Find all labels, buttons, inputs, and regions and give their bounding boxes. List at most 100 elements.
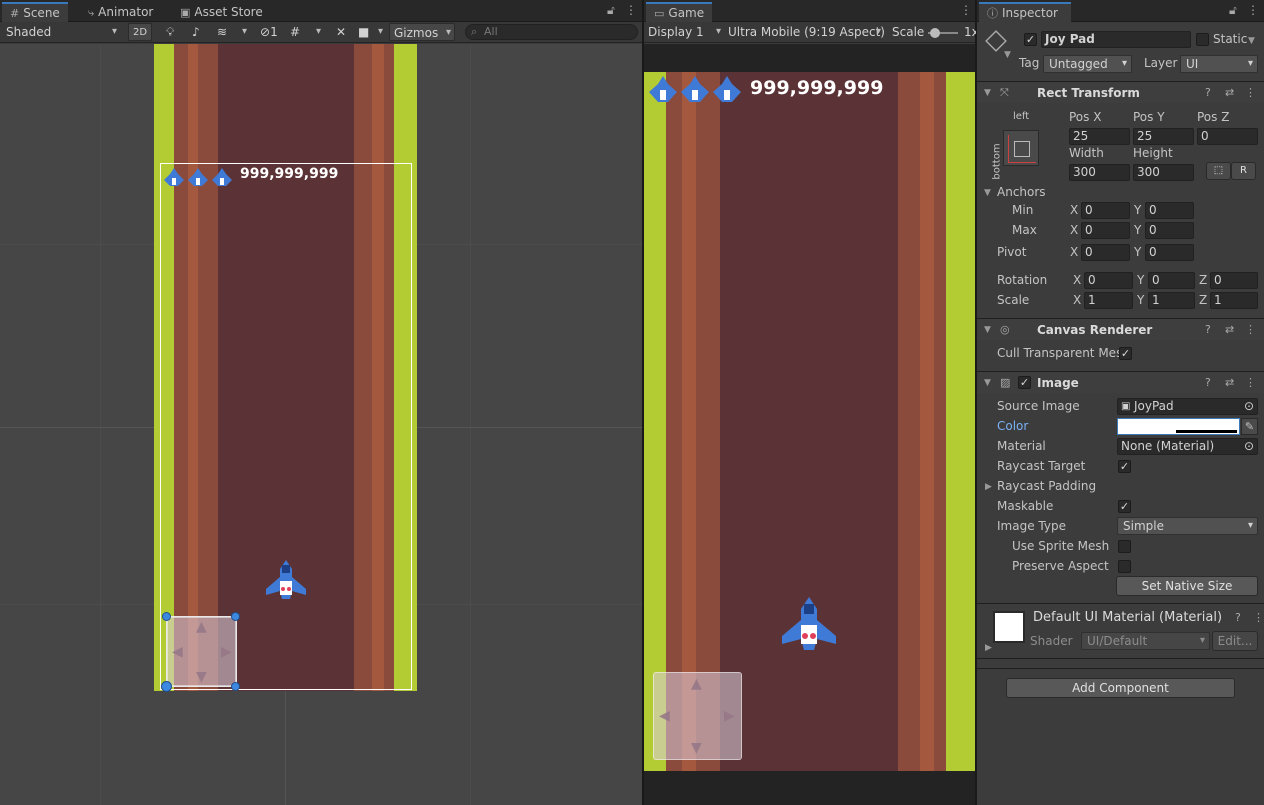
audio-icon[interactable]: ♪ [188,23,204,41]
static-checkbox[interactable] [1196,33,1209,46]
rect-transform-header[interactable]: ▼ ⤧ Rect Transform ? ⇄ ⋮ [977,81,1264,103]
icon-dropdown-arrow[interactable]: ▼ [1004,50,1011,60]
use-sprite-mesh-checkbox[interactable] [1118,540,1131,553]
raycast-padding-foldout-icon[interactable]: ▶ [985,482,992,492]
tab-animator[interactable]: ⤷ Animator [80,2,161,22]
preset-icon[interactable]: ⇄ [1225,372,1234,394]
static-dropdown-arrow[interactable]: ▼ [1248,36,1255,46]
2d-toggle[interactable]: 2D [128,23,152,41]
camera-dropdown[interactable] [370,23,386,41]
rect-handle[interactable] [162,612,171,621]
image-enabled-checkbox[interactable]: ✓ [1018,376,1031,389]
gizmos-dropdown[interactable]: Gizmos [389,23,455,42]
more-menu-icon[interactable]: ⋮ [1245,82,1256,104]
set-native-size-button[interactable]: Set Native Size [1116,576,1258,596]
scale-x-field[interactable]: 1 [1084,292,1133,309]
pivot-x-field[interactable]: 0 [1081,244,1130,261]
material-foldout-icon[interactable]: ▶ [985,643,992,653]
tools-icon[interactable]: ✕ [332,23,350,41]
pivot-handle[interactable] [161,681,172,692]
pivot-y-field[interactable]: 0 [1145,244,1194,261]
shading-mode-dropdown[interactable]: Shaded [2,23,120,41]
effects-icon[interactable]: ≋ [213,23,231,41]
pos-x-field[interactable]: 25 [1069,128,1130,145]
canvas-renderer-header[interactable]: ▼ ◎ Canvas Renderer ? ⇄ ⋮ [977,318,1264,340]
cull-transparent-checkbox[interactable]: ✓ [1119,347,1132,360]
game-score-text: 999,999,999 [750,77,884,99]
maskable-checkbox[interactable]: ✓ [1118,500,1131,513]
foldout-arrow-icon[interactable]: ▼ [984,82,991,104]
foldout-arrow-icon[interactable]: ▼ [984,372,991,394]
preset-icon[interactable]: ⇄ [1225,319,1234,341]
object-picker-icon[interactable]: ⊙ [1244,439,1254,454]
anchor-max-y-field[interactable]: 0 [1145,222,1194,239]
source-image-field[interactable]: ▣ JoyPad ⊙ [1117,398,1258,415]
tab-scene[interactable]: # Scene [2,2,68,22]
pos-z-field[interactable]: 0 [1197,128,1258,145]
grid-icon[interactable]: # [286,23,304,41]
raycast-padding-label[interactable]: Raycast Padding [997,479,1096,493]
scale-z-field[interactable]: 1 [1210,292,1258,309]
pos-y-field[interactable]: 25 [1133,128,1194,145]
help-icon[interactable]: ? [1205,82,1211,104]
aspect-dropdown[interactable]: Ultra Mobile (9:19 Aspect) [724,23,884,41]
scale-y-field[interactable]: 1 [1148,292,1195,309]
tab-asset-store[interactable]: ▣ Asset Store [172,2,271,22]
active-checkbox[interactable]: ✓ [1024,33,1037,46]
rotation-x-field[interactable]: 0 [1084,272,1133,289]
more-menu-icon[interactable]: ⋮ [1253,611,1264,624]
more-menu-icon[interactable]: ⋮ [1245,372,1256,394]
tab-game[interactable]: ▭ Game [646,2,713,22]
image-type-dropdown[interactable]: Simple [1117,517,1258,535]
anchor-max-x-field[interactable]: 0 [1081,222,1130,239]
game-joypad[interactable]: ▲ ▼ ◀ ▶ [653,672,742,760]
scene-viewport[interactable]: 999,999,999 ▲ ▼ ◀ ▶ [0,44,642,805]
lock-icon[interactable]: 🔓︎ [1229,3,1237,18]
anchor-min-y-field[interactable]: 0 [1145,202,1194,219]
blueprint-mode-button[interactable]: ⬚ [1206,162,1231,180]
tag-dropdown[interactable]: Untagged [1043,55,1132,73]
anchor-line-icon [1008,162,1036,163]
more-menu-icon[interactable]: ⋮ [1245,319,1256,341]
raycast-target-checkbox[interactable]: ✓ [1118,460,1131,473]
preset-icon[interactable]: ⇄ [1225,82,1234,104]
rotation-y-field[interactable]: 0 [1148,272,1195,289]
anchor-preset-button[interactable] [1003,130,1039,166]
joypad-image[interactable]: ▲ ▼ ◀ ▶ [167,617,236,686]
add-component-button[interactable]: Add Component [1006,678,1235,698]
more-menu-icon[interactable]: ⋮ [960,3,972,17]
hidden-objects-icon[interactable]: ⊘1 [256,23,282,41]
effects-dropdown[interactable] [234,23,250,41]
grid-dropdown[interactable] [308,23,324,41]
rect-handle[interactable] [231,682,240,691]
more-menu-icon[interactable]: ⋮ [1247,3,1259,17]
color-field[interactable] [1117,418,1240,435]
help-icon[interactable]: ? [1205,372,1211,394]
rotation-z-field[interactable]: 0 [1210,272,1258,289]
object-name-field[interactable]: Joy Pad [1041,31,1191,48]
tab-inspector[interactable]: ⓘ Inspector [979,2,1071,22]
raw-edit-button[interactable]: R [1231,162,1256,180]
display-dropdown[interactable]: Display 1 [644,23,724,41]
anchor-min-x-field[interactable]: 0 [1081,202,1130,219]
scale-slider[interactable] [928,28,958,38]
layer-dropdown[interactable]: UI [1180,55,1258,73]
more-menu-icon[interactable]: ⋮ [625,3,637,17]
lock-icon[interactable]: 🔓︎ [607,3,615,18]
preserve-aspect-checkbox[interactable] [1118,560,1131,573]
rect-handle[interactable] [231,612,240,621]
width-field[interactable]: 300 [1069,164,1130,181]
height-field[interactable]: 300 [1133,164,1194,181]
material-field[interactable]: None (Material) ⊙ [1117,438,1258,455]
lighting-icon[interactable]: 💡︎ [162,23,178,41]
object-picker-icon[interactable]: ⊙ [1244,399,1254,414]
help-icon[interactable]: ? [1235,611,1241,624]
image-header[interactable]: ▼ ▨ ✓ Image ? ⇄ ⋮ [977,371,1264,393]
foldout-arrow-icon[interactable]: ▼ [984,319,991,341]
scene-search-input[interactable]: ⌕ All [465,24,638,40]
scale-slider-thumb[interactable] [930,28,940,38]
anchors-foldout-icon[interactable]: ▼ [984,188,991,198]
material-divider [977,603,1264,604]
eyedropper-icon[interactable]: ✎ [1241,418,1258,435]
help-icon[interactable]: ? [1205,319,1211,341]
